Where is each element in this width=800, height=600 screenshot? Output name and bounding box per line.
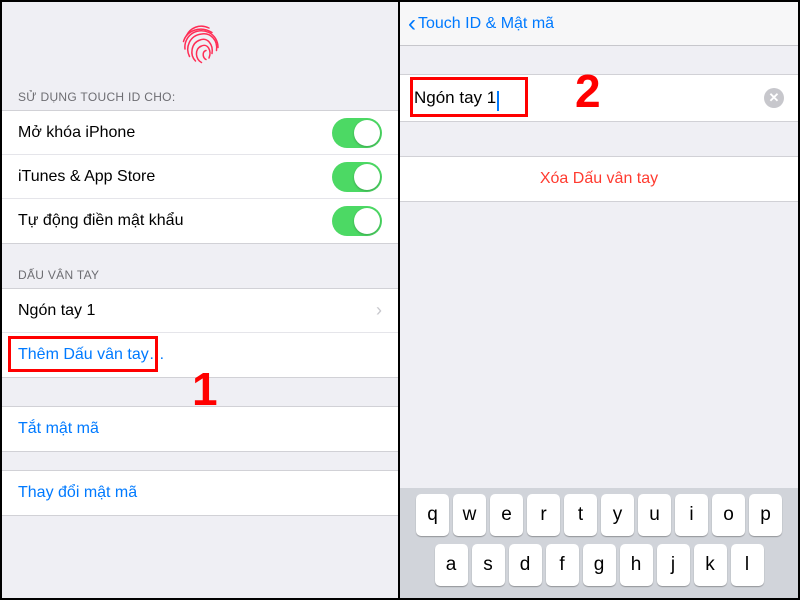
row-label: Tự động điền mật khẩu: [18, 212, 332, 230]
key-q[interactable]: q: [416, 494, 449, 536]
key-u[interactable]: u: [638, 494, 671, 536]
row-unlock-iphone[interactable]: Mở khóa iPhone: [2, 111, 398, 155]
delete-label: Xóa Dấu vân tay: [400, 170, 798, 188]
touchid-toggles-group: Mở khóa iPhone iTunes & App Store Tự độn…: [2, 110, 398, 244]
section-header-use-touchid: SỬ DỤNG TOUCH ID CHO:: [2, 84, 398, 110]
keyboard-row-2: a s d f g h j k l: [403, 544, 795, 586]
keyboard-row-1: q w e r t y u i o p: [403, 494, 795, 536]
toggle-switch[interactable]: [332, 118, 382, 148]
passcode-off-group: Tắt mật mã: [2, 406, 398, 452]
key-g[interactable]: g: [583, 544, 616, 586]
key-i[interactable]: i: [675, 494, 708, 536]
row-turn-off-passcode[interactable]: Tắt mật mã: [2, 407, 398, 451]
row-label: Mở khóa iPhone: [18, 124, 332, 142]
key-a[interactable]: a: [435, 544, 468, 586]
toggle-switch[interactable]: [332, 206, 382, 236]
back-label: Touch ID & Mật mã: [418, 15, 554, 33]
toggle-switch[interactable]: [332, 162, 382, 192]
key-h[interactable]: h: [620, 544, 653, 586]
fingerprint-hero: [2, 2, 398, 84]
key-d[interactable]: d: [509, 544, 542, 586]
back-button[interactable]: ‹ Touch ID & Mật mã: [408, 12, 554, 36]
key-t[interactable]: t: [564, 494, 597, 536]
key-l[interactable]: l: [731, 544, 764, 586]
row-add-fingerprint[interactable]: Thêm Dấu vân tay…: [2, 333, 398, 377]
passcode-change-group: Thay đổi mật mã: [2, 470, 398, 516]
delete-fingerprint-button[interactable]: Xóa Dấu vân tay: [400, 156, 798, 202]
key-j[interactable]: j: [657, 544, 690, 586]
key-r[interactable]: r: [527, 494, 560, 536]
key-p[interactable]: p: [749, 494, 782, 536]
row-autofill-password[interactable]: Tự động điền mật khẩu: [2, 199, 398, 243]
ios-keyboard[interactable]: q w e r t y u i o p a s d f g h j k l: [400, 488, 798, 598]
key-y[interactable]: y: [601, 494, 634, 536]
row-link: Thêm Dấu vân tay…: [18, 346, 165, 364]
fingerprints-group: Ngón tay 1 › Thêm Dấu vân tay…: [2, 288, 398, 378]
text-cursor: [497, 91, 499, 111]
row-link: Thay đổi mật mã: [18, 484, 137, 502]
clear-text-button[interactable]: ✕: [764, 88, 784, 108]
key-f[interactable]: f: [546, 544, 579, 586]
delete-group: Xóa Dấu vân tay: [400, 156, 798, 202]
row-change-passcode[interactable]: Thay đổi mật mã: [2, 471, 398, 515]
fingerprint-name-row[interactable]: Ngón tay 1 ✕: [400, 74, 798, 122]
fingerprint-icon: [176, 19, 224, 67]
fingerprint-name-group: Ngón tay 1 ✕: [400, 74, 798, 122]
row-link: Tắt mật mã: [18, 420, 99, 438]
settings-touchid-screen: SỬ DỤNG TOUCH ID CHO: Mở khóa iPhone iTu…: [2, 2, 400, 598]
tutorial-composite: SỬ DỤNG TOUCH ID CHO: Mở khóa iPhone iTu…: [0, 0, 800, 600]
row-itunes-appstore[interactable]: iTunes & App Store: [2, 155, 398, 199]
chevron-left-icon: ‹: [408, 12, 416, 36]
row-label: Ngón tay 1: [18, 302, 376, 320]
row-fingerprint-1[interactable]: Ngón tay 1 ›: [2, 289, 398, 333]
section-header-fingerprints: DẤU VÂN TAY: [2, 262, 398, 288]
navbar: ‹ Touch ID & Mật mã: [400, 2, 798, 46]
key-w[interactable]: w: [453, 494, 486, 536]
close-icon: ✕: [769, 90, 780, 106]
key-s[interactable]: s: [472, 544, 505, 586]
key-e[interactable]: e: [490, 494, 523, 536]
fingerprint-detail-screen: ‹ Touch ID & Mật mã Ngón tay 1 ✕ Xóa Dấu…: [400, 2, 798, 598]
chevron-right-icon: ›: [376, 300, 382, 321]
row-label: iTunes & App Store: [18, 168, 332, 186]
fingerprint-name-text: Ngón tay 1: [414, 88, 496, 108]
key-k[interactable]: k: [694, 544, 727, 586]
key-o[interactable]: o: [712, 494, 745, 536]
